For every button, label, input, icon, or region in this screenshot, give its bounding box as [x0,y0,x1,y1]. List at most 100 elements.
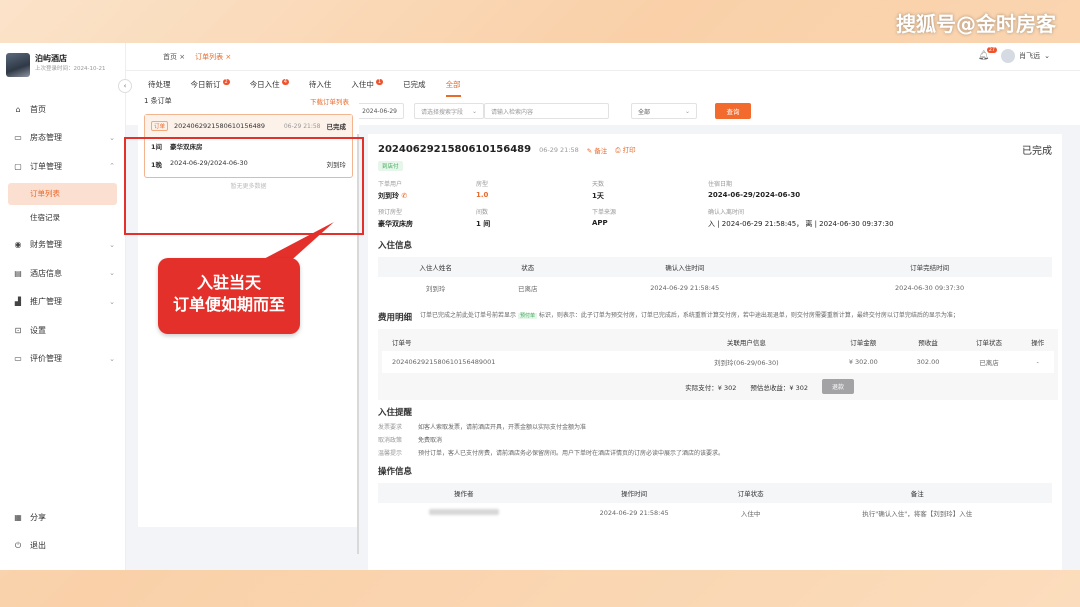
header-right: 🔔︎ 27 肖飞远 ⌄ [978,47,1050,63]
user-name: 肖飞远 [1019,52,1041,60]
topbar: 首页 × 订单列表 × 🔔︎ 27 肖飞远 ⌄ [126,43,1080,71]
tab-badge: 4 [281,79,289,85]
tab-badge: 1 [375,79,384,85]
ops-table: 操作者 操作时间 订单状态 备注 2024-06-29 21:58:45 入住中… [378,483,1052,523]
remind-list: 发票要求 如客人索取发票，请前酒店开具，开票金额以实际支付金额为准 取消政策 免费取… [378,424,725,457]
note-link[interactable]: ✎ 备注 [587,145,608,155]
order-number: 2024062921580610156489 [174,122,265,130]
remind-section-title: 入住提醒 [378,408,413,418]
order-info-grid: 下单用户 刘到玲 ✆ 房型 1.0 天数 1天 住宿日期 2024-06-29/2024… [378,181,894,228]
bed-icon: ▭ [14,133,22,143]
sidebar: 泊屿酒店 上次登录时间：2024-10-21 ⌂ 首页 ▭ 房态管理 ⌄ ▢ 订… [0,43,126,570]
settings-icon: ⊡ [14,325,22,335]
search-button[interactable]: 查询 [715,103,751,119]
chevron-down-icon: ⌄ [1044,52,1050,60]
sidebar-item-label: 分享 [30,512,46,522]
sidebar-item-label: 首页 [30,104,46,114]
status-select[interactable]: 全部 ⌄ [631,103,697,119]
breadcrumb-current[interactable]: 订单列表 × [195,52,231,62]
tab-completed[interactable]: 已完成 [393,71,436,97]
search-field-select[interactable]: 请选择搜索字段 ⌄ [414,103,484,119]
order-status: 已完成 [326,123,347,131]
sidebar-item-label: 推广管理 [30,297,62,307]
phone-icon: ✆ [401,192,408,200]
download-list-link[interactable]: 下载订单列表 [310,96,349,106]
sidebar-item-settings[interactable]: ⊡ 设置 [0,316,125,345]
sidebar-item-order-list[interactable]: 订单列表 [8,182,117,205]
review-icon: ▭ [14,354,22,364]
checkin-table: 入住人姓名 状态 确认入住时间 订单完结时间 刘到玲 已离店 2024-06-2… [378,257,1052,299]
chevron-up-icon: ⌃ [109,162,115,171]
sidebar-item-label: 退出 [30,541,46,551]
fee-description: 订单已完成之前此处订单号前若显示 预付单 标识，则表示：此子订单为预交付房，订单… [420,312,959,319]
tab-all[interactable]: 全部 [436,71,471,97]
table-row: 2024062921580610156489001 刘到玲(06-29/06-3… [382,351,1054,373]
avatar [1001,49,1016,63]
detail-order-time: 06-29 21:58 [539,145,579,154]
fee-table-box: 订单号 关联用户信息 订单金额 预收益 订单状态 操作 202406292158… [378,329,1058,400]
refund-button[interactable]: 退款 [821,379,854,394]
sidebar-item-label: 酒店信息 [30,268,62,278]
fee-table: 订单号 关联用户信息 订单金额 预收益 订单状态 操作 202406292158… [382,333,1054,373]
search-input[interactable]: 请输入检索内容 [484,103,609,119]
detail-order-number: 2024062921580610156489 [378,144,532,155]
ops-section-title: 操作信息 [378,467,413,477]
pay-type-tag: 到店付 [378,161,403,171]
sidebar-item-label: 评价管理 [30,354,62,364]
expected-income: 预估总收益：¥ 302 [750,383,808,392]
promo-icon: ▟ [14,297,22,307]
fee-section-title: 费用明细 [378,313,413,323]
sidebar-menu: ⌂ 首页 ▭ 房态管理 ⌄ ▢ 订单管理 ⌃ 订单列表 住宿记录 ◉ 财务管理 … [0,95,125,373]
logout-icon: ⏻ [14,540,22,550]
actual-pay: 实际支付：¥ 302 [685,383,737,392]
hotel-avatar [6,53,30,77]
detail-status: 已完成 [1022,146,1052,157]
breadcrumb-home[interactable]: 首页 × [163,52,185,62]
checkin-section-title: 入住信息 [378,241,413,251]
sidebar-bottom: ▦ 分享 ⏻ 退出 [0,503,126,560]
chevron-down-icon: ⌄ [109,269,115,278]
guest-name: 刘到玲 ✆ [378,192,408,200]
finance-icon: ◉ [14,240,22,250]
sidebar-item-review[interactable]: ▭ 评价管理 ⌄ [0,345,125,374]
sidebar-item-label: 订单管理 [30,161,62,171]
sidebar-item-label: 设置 [30,325,46,335]
fee-summary: 实际支付：¥ 302 预估总收益：¥ 302 退款 [382,373,1054,396]
table-row: 刘到玲 已离店 2024-06-29 21:58:45 2024-06-30 0… [425,284,965,293]
sidebar-item-promo[interactable]: ▟ 推广管理 ⌄ [0,288,125,317]
breadcrumb: 首页 × 订单列表 × [163,52,231,62]
sidebar-item-label: 财务管理 [30,240,62,250]
sidebar-item-stay-record[interactable]: 住宿记录 [8,207,117,229]
print-link[interactable]: ⎙ 打印 [615,144,635,155]
chevron-down-icon: ⌄ [109,133,115,142]
order-time: 06-29 21:58 [283,122,321,130]
last-login: 上次登录时间：2024-10-21 [35,66,106,72]
chevron-down-icon: ⌄ [109,297,115,306]
sidebar-item-home[interactable]: ⌂ 首页 [0,95,125,124]
chevron-down-icon: ⌄ [109,240,115,249]
sidebar-item-logout[interactable]: ⏻ 退出 [0,532,126,561]
order-count: 1 条订单 [144,97,172,105]
sidebar-item-finance[interactable]: ◉ 财务管理 ⌄ [0,231,125,260]
share-icon: ▦ [14,512,22,522]
callout-label: 入驻当天 订单便如期而至 [158,258,300,334]
watermark: 搜狐号@金时房客 [896,12,1056,36]
sidebar-item-order[interactable]: ▢ 订单管理 ⌃ [0,152,125,181]
home-icon: ⌂ [15,104,21,114]
sidebar-item-hotel-info[interactable]: ▤ 酒店信息 ⌄ [0,259,125,288]
order-detail-panel: 2024062921580610156489 06-29 21:58 ✎ 备注 … [368,134,1062,570]
notification-count: 27 [986,47,998,53]
sidebar-item-share[interactable]: ▦ 分享 [0,503,126,532]
hotel-name: 泊屿酒店 [35,54,67,63]
order-icon: ▢ [14,161,22,171]
hotel-profile: 泊屿酒店 上次登录时间：2024-10-21 [0,43,125,83]
highlight-box [124,137,364,235]
sidebar-item-label: 房态管理 [30,133,62,143]
order-tag: 订单 [151,121,169,131]
blurred-operator [428,509,499,515]
sidebar-item-room[interactable]: ▭ 房态管理 ⌄ [0,124,125,153]
table-row: 2024-06-29 21:58:45 入住中 执行"确认入住"，将客【刘到玲】… [378,503,1052,523]
bell-icon[interactable]: 🔔︎ 27 [978,47,998,61]
user-menu[interactable]: 肖飞远 ⌄ [1001,49,1050,63]
collapse-sidebar-button[interactable]: ‹ [118,79,132,93]
